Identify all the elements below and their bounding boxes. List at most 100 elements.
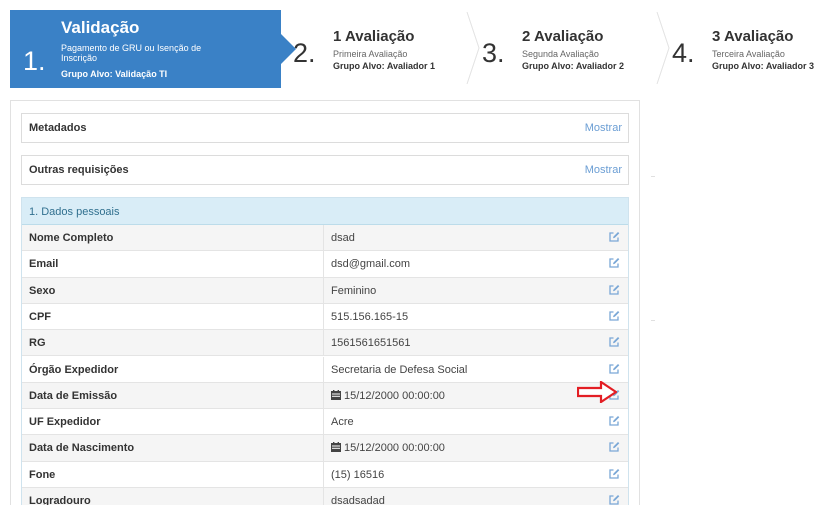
step-title: 3 Avaliação [712, 28, 794, 45]
step-number: 4. [672, 38, 695, 68]
divider [651, 320, 655, 321]
field-value-text: dsadsadad [331, 495, 385, 505]
field-value-text: 515.156.165-15 [331, 310, 409, 323]
step-subtitle: Pagamento de GRU ou Isenção de Inscrição [61, 43, 202, 63]
wizard-step-4[interactable]: 4. 3 Avaliação Terceira Avaliação Grupo … [670, 10, 836, 88]
step-number: 3. [482, 38, 505, 68]
divider [323, 330, 324, 356]
divider [323, 225, 324, 251]
wizard-step-1[interactable]: 1. Validação Pagamento de GRU ou Isenção… [10, 10, 296, 88]
dados-pessoais-section: 1. Dados pessoais Nome Completo dsad Email… [21, 197, 629, 505]
outras-requisicoes-panel: Outras requisições Mostrar [21, 155, 629, 185]
field-label: Órgão Expedidor [29, 363, 119, 376]
field-label: RG [29, 337, 46, 350]
wizard-steps: 1. Validação Pagamento de GRU ou Isenção… [0, 0, 836, 88]
step-number: 2. [293, 38, 316, 68]
table-row: Email dsd@gmail.com [22, 251, 628, 278]
section-header: 1. Dados pessoais [22, 198, 628, 225]
step-group: Grupo Alvo: Avaliador 1 [333, 61, 436, 71]
section-title: 1. Dados pessoais [29, 206, 120, 218]
divider [323, 488, 324, 505]
step-number: 1. [23, 46, 46, 76]
edit-icon[interactable] [608, 363, 620, 375]
field-value-text: dsd@gmail.com [331, 258, 411, 271]
step-separator-icon [656, 12, 670, 84]
field-value: dsadsadad [331, 495, 385, 505]
divider [323, 251, 324, 277]
step-subtitle: Terceira Avaliação [712, 49, 785, 59]
divider [323, 409, 324, 435]
edit-icon[interactable] [608, 441, 620, 453]
main-panel: Metadados Mostrar Outras requisições Mos… [10, 100, 640, 505]
wizard-step-3[interactable]: 3. 2 Avaliação Segunda Avaliação Grupo A… [480, 10, 660, 88]
field-label: Logradouro [29, 495, 91, 505]
field-label: Data de Nascimento [29, 442, 135, 455]
field-value-text: 1561561651561 [331, 337, 411, 350]
field-value-text: Secretaria de Defesa Social [331, 363, 468, 376]
field-value: (15) 16516 [331, 469, 384, 481]
field-value: dsad [331, 232, 355, 244]
divider [323, 435, 324, 461]
field-label: Sexo [29, 284, 56, 297]
field-value: 15/12/2000 00:00:00 [331, 389, 445, 402]
edit-icon[interactable] [608, 468, 620, 480]
field-label: CPF [29, 310, 51, 323]
step-group: Grupo Alvo: Validação TI [61, 69, 168, 79]
divider [323, 461, 324, 487]
step-arrow-icon [281, 34, 296, 64]
table-row: Órgão Expedidor Secretaria de Defesa Soci… [22, 356, 628, 383]
edit-icon[interactable] [608, 494, 620, 505]
step-title: Validação [61, 18, 140, 37]
field-value-text: dsad [331, 232, 355, 244]
field-value: Secretaria de Defesa Social [331, 364, 467, 376]
edit-icon[interactable] [608, 284, 620, 296]
step-title: 1 Avaliação [333, 28, 415, 45]
edit-icon[interactable] [608, 231, 620, 243]
edit-icon[interactable] [608, 415, 620, 427]
calendar-icon [331, 389, 341, 400]
field-value: Acre [331, 416, 354, 428]
table-row: CPF 515.156.165-15 [22, 303, 628, 331]
field-value: 1561561651561 [331, 337, 411, 349]
table-row: Data de Nascimento 15/12/2000 00:00:00 [22, 435, 628, 462]
step-group: Grupo Alvo: Avaliador 2 [522, 61, 625, 71]
table-row: UF Expedidor Acre [22, 409, 628, 436]
metadados-show-link[interactable]: Mostrar [585, 122, 622, 134]
field-value-text: 15/12/2000 00:00:00 [344, 442, 445, 455]
table-row: Nome Completo dsad [22, 225, 628, 252]
edit-icon[interactable] [608, 336, 620, 348]
field-value: 515.156.165-15 [331, 311, 408, 323]
divider [323, 382, 324, 409]
edit-icon[interactable] [608, 310, 620, 322]
table-row: Sexo Feminino [22, 277, 628, 304]
divider [323, 277, 324, 303]
calendar-icon [331, 442, 341, 453]
field-value-text: Acre [331, 416, 354, 429]
field-value: Feminino [331, 285, 376, 297]
table-row: Fone (15) 16516 [22, 461, 628, 488]
outras-requisicoes-show-link[interactable]: Mostrar [585, 164, 622, 176]
field-value-text: Feminino [331, 284, 377, 297]
table-row: Data de Emissão 15/12/2000 00:00:00 [22, 382, 628, 410]
edit-icon[interactable] [608, 257, 620, 269]
field-label: Email [29, 258, 59, 271]
field-value-text: 15/12/2000 00:00:00 [344, 389, 445, 402]
field-label: UF Expedidor [29, 416, 101, 429]
field-label: Fone [29, 468, 56, 481]
divider [651, 176, 655, 177]
field-label: Data de Emissão [29, 389, 118, 402]
step-subtitle: Segunda Avaliação [522, 49, 599, 59]
red-arrow-annotation [577, 381, 617, 403]
step-group: Grupo Alvo: Avaliador 3 [712, 61, 815, 71]
step-title: 2 Avaliação [522, 28, 604, 45]
wizard-step-2[interactable]: 2. 1 Avaliação Primeira Avaliação Grupo … [291, 10, 471, 88]
table-row: Logradouro dsadsadad [22, 488, 628, 505]
step-subtitle: Primeira Avaliação [333, 49, 408, 59]
metadados-label: Metadados [29, 122, 87, 134]
outras-requisicoes-label: Outras requisições [29, 164, 129, 176]
table-row: RG 1561561651561 [22, 330, 628, 357]
divider [323, 356, 324, 382]
divider [323, 303, 324, 330]
step-separator-icon [466, 12, 480, 84]
metadados-panel: Metadados Mostrar [21, 113, 629, 143]
